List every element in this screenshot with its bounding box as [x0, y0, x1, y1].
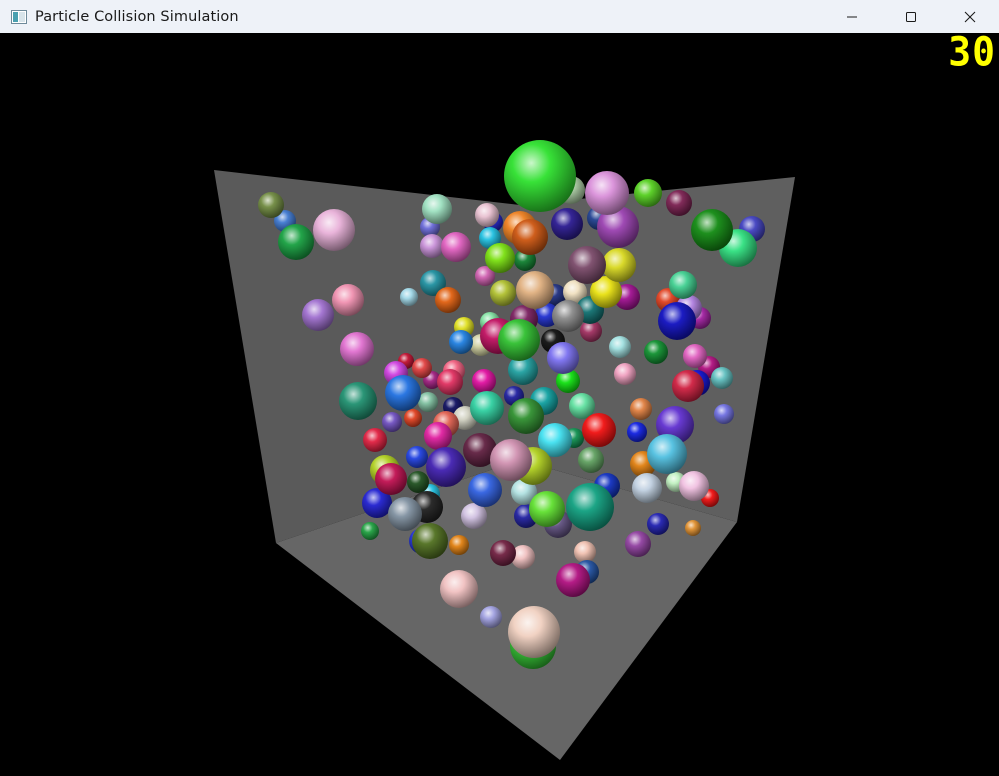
particle-sphere [644, 340, 668, 364]
particle-sphere [258, 192, 284, 218]
particle-sphere [634, 179, 662, 207]
particle-sphere [449, 535, 469, 555]
particle-sphere [400, 288, 418, 306]
fps-counter: 30 [948, 33, 996, 76]
particle-sphere [426, 447, 466, 487]
particle-sphere [556, 563, 590, 597]
particle-sphere [547, 342, 579, 374]
particle-sphere [647, 434, 687, 474]
particle-sphere [363, 428, 387, 452]
maximize-button[interactable] [881, 0, 940, 33]
particle-sphere [278, 224, 314, 260]
particle-sphere [669, 271, 697, 299]
particle-sphere [614, 363, 636, 385]
particle-sphere [630, 398, 652, 420]
particle-sphere [508, 398, 544, 434]
particle-sphere [440, 570, 478, 608]
particle-sphere [627, 422, 647, 442]
particle-sphere [679, 471, 709, 501]
particle-sphere [574, 541, 596, 563]
particle-sphere [685, 520, 701, 536]
particle-sphere [420, 234, 444, 258]
particle-sphere [385, 375, 421, 411]
particle-sphere [441, 232, 471, 262]
particle-sphere [406, 446, 428, 468]
particle-sphere [435, 287, 461, 313]
particle-sphere [412, 358, 432, 378]
particle-sphere [480, 606, 502, 628]
particle-sphere [512, 219, 548, 255]
particle-sphere [625, 531, 651, 557]
particle-sphere [422, 194, 452, 224]
particle-sphere [382, 412, 402, 432]
title-bar[interactable]: Particle Collision Simulation [0, 0, 999, 33]
particle-sphere [490, 540, 516, 566]
particle-sphere [472, 369, 496, 393]
particle-sphere [585, 171, 629, 215]
particle-sphere [714, 404, 734, 424]
particle-sphere [490, 439, 532, 481]
particle-sphere [424, 422, 452, 450]
particle-sphere [375, 463, 407, 495]
particle-sphere [470, 391, 504, 425]
render-viewport[interactable]: 30 [0, 33, 999, 776]
particle-sphere [504, 140, 576, 212]
particle-sphere [388, 497, 422, 531]
particle-sphere [490, 280, 516, 306]
particle-sphere [407, 471, 429, 493]
window-app-icon [11, 9, 27, 24]
particle-sphere [449, 330, 473, 354]
particle-sphere [302, 299, 334, 331]
maximize-icon [905, 11, 916, 22]
particle-sphere [498, 319, 540, 361]
close-button[interactable] [940, 0, 999, 33]
window-title: Particle Collision Simulation [35, 8, 239, 25]
particle-sphere [508, 606, 560, 658]
particle-sphere [566, 483, 614, 531]
particle-sphere [672, 370, 704, 402]
close-icon [964, 11, 975, 22]
simulation-scene [214, 140, 795, 760]
particle-sphere [404, 409, 422, 427]
particle-sphere [485, 243, 515, 273]
particle-sphere [313, 209, 355, 251]
particle-sphere [551, 208, 583, 240]
particle-sphere [468, 473, 502, 507]
minimize-icon [846, 16, 857, 17]
particle-sphere [412, 523, 448, 559]
particle-sphere [691, 209, 733, 251]
particle-sphere [711, 367, 733, 389]
particle-sphere [683, 344, 707, 368]
particle-sphere [475, 203, 499, 227]
particle-sphere [361, 522, 379, 540]
particle-sphere [340, 332, 374, 366]
particle-sphere [632, 473, 662, 503]
particle-sphere [609, 336, 631, 358]
particle-sphere [418, 392, 438, 412]
minimize-button[interactable] [822, 0, 881, 33]
app-window: Particle Collision Simulation 30 [0, 0, 999, 776]
particle-sphere [647, 513, 669, 535]
particle-sphere [516, 271, 554, 309]
particle-sphere [529, 491, 565, 527]
particle-sphere [666, 190, 692, 216]
particle-sphere [332, 284, 364, 316]
particle-sphere [658, 302, 696, 340]
particle-sphere [339, 382, 377, 420]
particle-sphere [568, 246, 606, 284]
particle-sphere [582, 413, 616, 447]
particle-sphere [437, 369, 463, 395]
particle-sphere [552, 300, 584, 332]
particle-sphere [578, 447, 604, 473]
particle-sphere [602, 248, 636, 282]
caption-buttons [822, 0, 999, 33]
particle-sphere [461, 503, 487, 529]
